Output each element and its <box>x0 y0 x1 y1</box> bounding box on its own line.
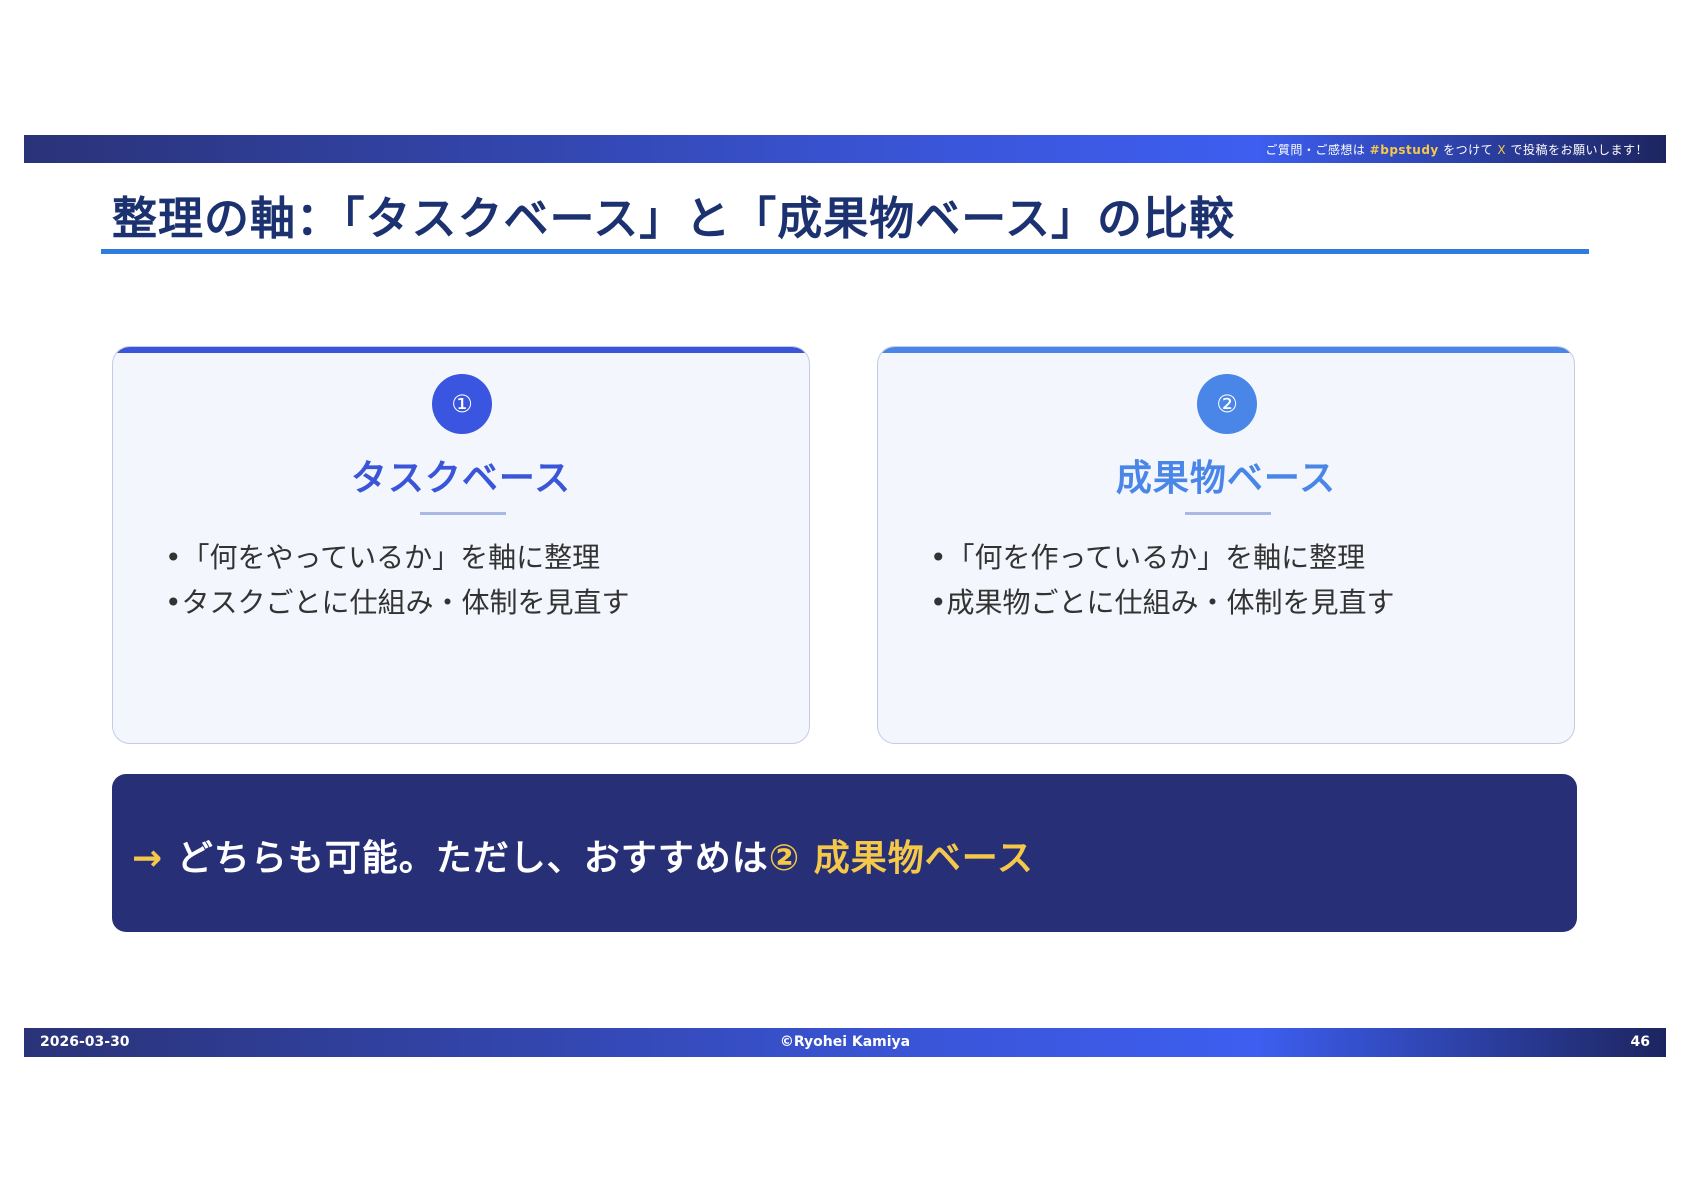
x-label: X <box>1497 143 1507 157</box>
header-bar: ご質問・ご感想は #bpstudy をつけて X で投稿をお願いします！ <box>24 135 1666 163</box>
slide: ご質問・ご感想は #bpstudy をつけて X で投稿をお願いします！ 整理の… <box>0 0 1684 1190</box>
posting-note-suffix: で投稿をお願いします！ <box>1510 143 1648 157</box>
card-task-based: ① タスクベース •「何をやっているか」を軸に整理 •タスクごとに仕組み・体制を… <box>112 346 810 744</box>
card-bullet-list: •「何をやっているか」を軸に整理 •タスクごとに仕組み・体制を見直す <box>165 535 630 625</box>
card-accent-bar <box>113 347 809 353</box>
card-title: タスクベース <box>350 458 572 499</box>
posting-note: ご質問・ご感想は #bpstudy をつけて X で投稿をお願いします！ <box>1265 141 1648 158</box>
footer-copyright: ©Ryohei Kamiya <box>779 1034 911 1050</box>
conclusion-main: どちらも可能。ただし、おすすめは <box>163 838 769 879</box>
arrow-right-icon: → <box>132 838 164 879</box>
conclusion-box: → どちらも可能。ただし、おすすめは② 成果物ベース <box>112 774 1577 932</box>
card-divider <box>420 512 506 515</box>
list-item: •「何を作っているか」を軸に整理 <box>930 541 1366 574</box>
hashtag: #bpstudy <box>1369 143 1439 157</box>
card-title: 成果物ベース <box>1115 458 1337 499</box>
title-underline <box>101 249 1589 254</box>
card-accent-bar <box>878 347 1574 353</box>
posting-note-mid: をつけて <box>1443 143 1494 157</box>
list-item: •「何をやっているか」を軸に整理 <box>165 541 601 574</box>
card-bullet-list: •「何を作っているか」を軸に整理 •成果物ごとに仕組み・体制を見直す <box>930 535 1395 625</box>
page-number: 46 <box>1630 1034 1650 1050</box>
posting-note-prefix: ご質問・ご感想は <box>1265 143 1366 157</box>
footer-bar: 2026-03-30 ©Ryohei Kamiya 46 <box>24 1028 1666 1057</box>
page-title: 整理の軸：「タスクベース」と「成果物ベース」の比較 <box>112 192 1236 245</box>
card-number-badge: ② <box>1197 374 1257 434</box>
card-number-badge: ① <box>432 374 492 434</box>
card-deliverable-based: ② 成果物ベース •「何を作っているか」を軸に整理 •成果物ごとに仕組み・体制を… <box>877 346 1575 744</box>
conclusion-highlight: ② 成果物ベース <box>768 838 1034 879</box>
list-item: •成果物ごとに仕組み・体制を見直す <box>930 586 1395 619</box>
list-item: •タスクごとに仕組み・体制を見直す <box>165 586 630 619</box>
conclusion-text: → どちらも可能。ただし、おすすめは② 成果物ベース <box>132 829 1034 881</box>
card-divider <box>1185 512 1271 515</box>
